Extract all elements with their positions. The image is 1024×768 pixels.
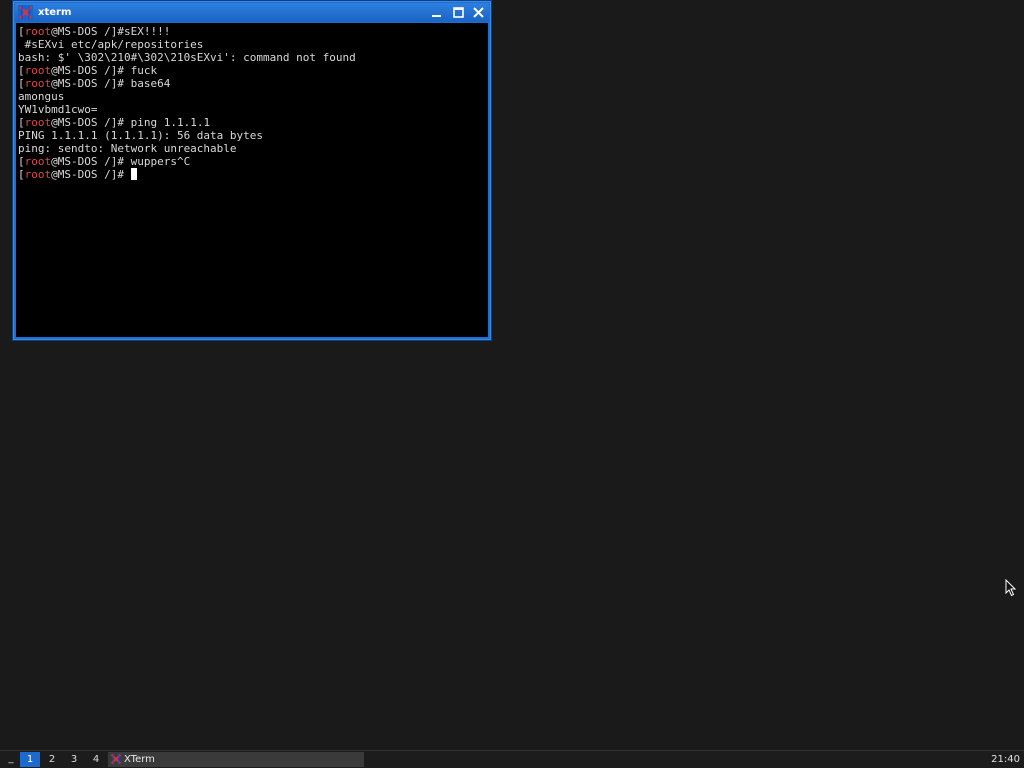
command-text: # base64 (117, 77, 171, 90)
prompt-user: root (24, 116, 52, 129)
xterm-x-icon (110, 753, 122, 765)
maximize-icon[interactable] (451, 5, 466, 20)
prompt-user: root (24, 155, 52, 168)
menu-button[interactable]: _ (4, 751, 18, 767)
minimize-icon[interactable] (429, 5, 444, 20)
terminal-line: [root@MS-DOS /]# ping 1.1.1.1 (18, 116, 356, 129)
prompt-bracket: [ (18, 155, 25, 168)
command-text: # fuck (117, 64, 158, 77)
terminal-line: ping: sendto: Network unreachable (18, 142, 356, 155)
close-icon[interactable] (471, 5, 486, 20)
xterm-x-icon (18, 5, 33, 20)
window-titlebar[interactable]: xterm (15, 3, 489, 22)
terminal-line: bash: $' \302\210#\302\210sEXvi': comman… (18, 51, 356, 64)
command-text: #sEX!!!! (117, 25, 171, 38)
taskbar-task-xterm[interactable]: XTerm (108, 752, 364, 767)
prompt-bracket: [ (18, 168, 25, 181)
prompt-host: @MS-DOS /] (51, 64, 118, 77)
terminal-line: [root@MS-DOS /]# (18, 168, 356, 181)
command-text: # ping 1.1.1.1 (117, 116, 211, 129)
prompt-host: @MS-DOS /] (51, 116, 118, 129)
command-text: # wuppers^C (117, 155, 191, 168)
terminal-line: YW1vbmd1cwo= (18, 103, 356, 116)
terminal-cursor (130, 168, 137, 180)
taskbar: _ 1 2 3 4 XTerm 21:40 (0, 750, 1024, 768)
command-text: # (117, 168, 131, 181)
terminal-line: [root@MS-DOS /]# wuppers^C (18, 155, 356, 168)
prompt-bracket: [ (18, 116, 25, 129)
prompt-user: root (24, 64, 52, 77)
prompt-bracket: [ (18, 25, 25, 38)
workspace-4-button[interactable]: 4 (86, 752, 106, 767)
prompt-host: @MS-DOS /] (51, 77, 118, 90)
terminal-line: #sEXvi etc/apk/repositories (18, 38, 356, 51)
workspace-3-button[interactable]: 3 (64, 752, 84, 767)
output-text: PING 1.1.1.1 (1.1.1.1): 56 data bytes (18, 129, 264, 142)
terminal-line: [root@MS-DOS /]# fuck (18, 64, 356, 77)
prompt-host: @MS-DOS /] (51, 168, 118, 181)
prompt-bracket: [ (18, 64, 25, 77)
workspace-2-button[interactable]: 2 (42, 752, 62, 767)
xterm-window[interactable]: xterm [root@MS-DOS /]#sEX!!!! #sEXvi etc… (13, 1, 491, 340)
terminal-line: [root@MS-DOS /]#sEX!!!! (18, 25, 356, 38)
terminal-line: amongus (18, 90, 356, 103)
terminal-area[interactable]: [root@MS-DOS /]#sEX!!!! #sEXvi etc/apk/r… (16, 23, 488, 337)
output-text: #sEXvi etc/apk/repositories (18, 38, 204, 51)
output-text: amongus (18, 90, 65, 103)
output-text: ping: sendto: Network unreachable (18, 142, 237, 155)
clock: 21:40 (991, 754, 1020, 765)
mouse-pointer-icon (1005, 579, 1017, 597)
taskbar-task-label: XTerm (124, 754, 155, 765)
prompt-host: @MS-DOS /] (51, 25, 118, 38)
terminal-line: [root@MS-DOS /]# base64 (18, 77, 356, 90)
prompt-user: root (24, 25, 52, 38)
window-title: xterm (38, 7, 72, 18)
prompt-bracket: [ (18, 77, 25, 90)
terminal-line: PING 1.1.1.1 (1.1.1.1): 56 data bytes (18, 129, 356, 142)
workspace-1-button[interactable]: 1 (20, 752, 40, 767)
output-text: bash: $' \302\210#\302\210sEXvi': comman… (18, 51, 356, 64)
prompt-host: @MS-DOS /] (51, 155, 118, 168)
terminal-output: [root@MS-DOS /]#sEX!!!! #sEXvi etc/apk/r… (18, 25, 356, 181)
output-text: YW1vbmd1cwo= (18, 103, 98, 116)
prompt-user: root (24, 168, 52, 181)
desktop: xterm [root@MS-DOS /]#sEX!!!! #sEXvi etc… (0, 0, 1024, 750)
prompt-user: root (24, 77, 52, 90)
